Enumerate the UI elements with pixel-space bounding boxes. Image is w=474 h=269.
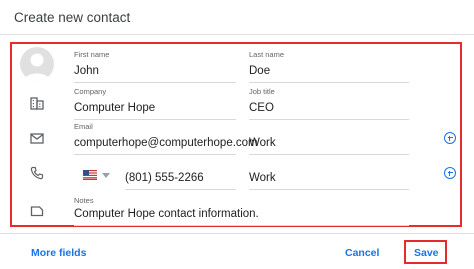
last-name-underline: [249, 82, 409, 83]
last-name-field[interactable]: Last name Doe: [249, 50, 409, 83]
company-label: Company: [74, 87, 107, 96]
phone-type-value[interactable]: Work: [249, 170, 409, 186]
phone-icon: [30, 166, 44, 180]
notes-label: Notes: [74, 196, 94, 205]
add-phone-icon[interactable]: [444, 167, 456, 179]
notes-icon: [30, 206, 44, 217]
last-name-label: Last name: [249, 50, 285, 59]
avatar-placeholder[interactable]: [20, 47, 54, 81]
company-field[interactable]: Company Computer Hope: [74, 87, 236, 120]
job-title-underline: [249, 119, 409, 120]
person-icon: [24, 53, 50, 81]
footer-divider: [0, 233, 474, 234]
last-name-value[interactable]: Doe: [249, 63, 409, 79]
phone-type-underline: [249, 189, 409, 190]
email-icon: [30, 133, 44, 144]
first-name-value[interactable]: John: [74, 63, 236, 79]
company-value[interactable]: Computer Hope: [74, 100, 236, 116]
phone-field[interactable]: (801) 555-2266: [125, 157, 236, 190]
phone-value[interactable]: (801) 555-2266: [125, 170, 236, 186]
first-name-field[interactable]: First name John: [74, 50, 236, 83]
job-title-field[interactable]: Job title CEO: [249, 87, 409, 120]
company-icon: [30, 97, 44, 110]
job-title-label: Job title: [249, 87, 275, 96]
job-title-value[interactable]: CEO: [249, 100, 409, 116]
save-button[interactable]: Save: [414, 247, 439, 259]
email-type-value[interactable]: Work: [249, 135, 409, 151]
more-fields-button[interactable]: More fields: [31, 247, 86, 259]
email-type-underline: [249, 154, 409, 155]
email-label: Email: [74, 122, 93, 131]
cancel-button[interactable]: Cancel: [345, 247, 379, 259]
notes-value[interactable]: Computer Hope contact information.: [74, 206, 409, 222]
first-name-underline: [74, 82, 236, 83]
phone-underline: [125, 189, 236, 190]
email-type-select[interactable]: Work: [249, 122, 409, 155]
email-field[interactable]: Email computerhope@computerhope.com: [74, 122, 258, 155]
email-value[interactable]: computerhope@computerhope.com: [74, 135, 258, 151]
notes-field[interactable]: Notes Computer Hope contact information.: [74, 196, 409, 226]
header-divider: [0, 34, 474, 35]
first-name-label: First name: [74, 50, 110, 59]
email-underline: [74, 154, 236, 155]
phone-type-select[interactable]: Work: [249, 157, 409, 190]
country-dropdown-chevron-icon[interactable]: [102, 173, 110, 178]
add-email-icon[interactable]: [444, 132, 456, 144]
dialog-title: Create new contact: [14, 10, 131, 25]
company-underline: [74, 119, 236, 120]
notes-underline: [74, 225, 409, 226]
us-flag-icon[interactable]: [83, 170, 97, 180]
